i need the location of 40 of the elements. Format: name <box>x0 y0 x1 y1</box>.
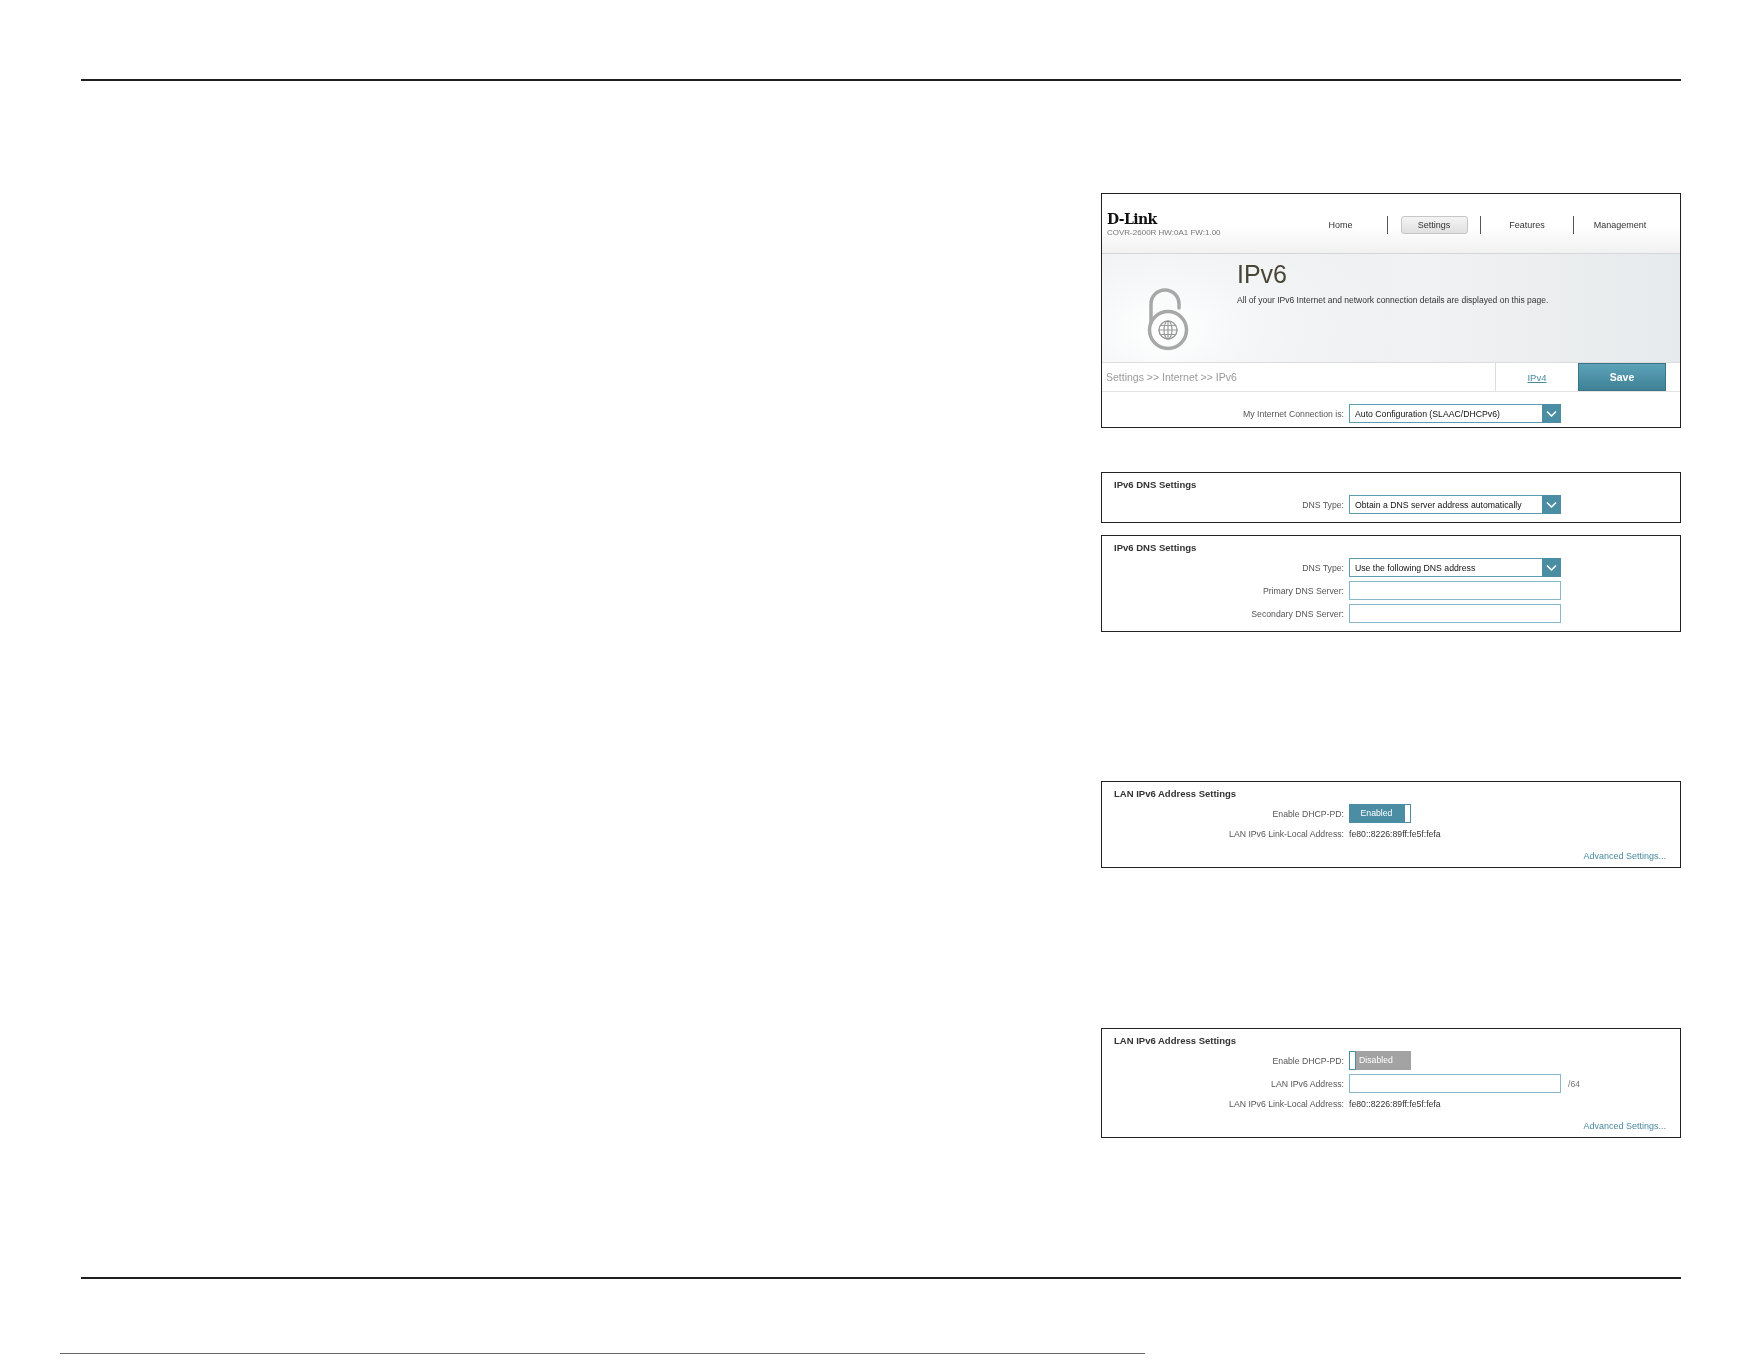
chevron-down-icon <box>1542 404 1561 423</box>
field-label: My Internet Connection is: <box>1242 408 1344 419</box>
dropdown[interactable]: Use the following DNS address <box>1349 558 1561 577</box>
page-title: IPv6 <box>1237 260 1289 288</box>
save-button[interactable]: Save <box>1578 363 1666 391</box>
ipv4-link[interactable]: IPv4 <box>1527 371 1547 383</box>
section-title: LAN IPv6 Address Settings <box>1113 1034 1238 1047</box>
field-label: Enable DHCP-PD: <box>1271 808 1344 819</box>
breadcrumb: Settings >> Internet >> IPv6 <box>1105 371 1237 383</box>
field-label: DNS Type: <box>1301 562 1344 573</box>
prefix-length: /64 <box>1567 1078 1582 1089</box>
advanced-settings-link[interactable]: Advanced Settings... <box>1583 851 1666 861</box>
advanced-settings-link[interactable]: Advanced Settings... <box>1583 1121 1666 1131</box>
toggle-switch[interactable]: Enabled <box>1349 804 1411 823</box>
field-label: Enable DHCP-PD: <box>1271 1055 1344 1066</box>
section-title: LAN IPv6 Address Settings <box>1113 787 1238 800</box>
field-label: LAN IPv6 Link-Local Address: <box>1228 1099 1344 1109</box>
input-field[interactable] <box>1349 1074 1561 1093</box>
nav-tab[interactable]: Management <box>1586 216 1654 234</box>
field-value: fe80::8226:89ff:fe5f:fefa <box>1349 829 1442 839</box>
dropdown[interactable]: Obtain a DNS server address automatically <box>1349 495 1561 514</box>
nav-tab[interactable]: Settings <box>1400 216 1468 234</box>
field-label: Secondary DNS Server: <box>1250 608 1344 619</box>
field-label: Primary DNS Server: <box>1261 585 1344 596</box>
model-info: COVR-2600R HW:0A1 FW:1.00 <box>1107 228 1221 238</box>
field-value: fe80::8226:89ff:fe5f:fefa <box>1349 1099 1442 1109</box>
section-title: IPv6 DNS Settings <box>1113 478 1198 491</box>
section-title: IPv6 DNS Settings <box>1113 541 1198 554</box>
chevron-down-icon <box>1542 558 1561 577</box>
field-label: LAN IPv6 Link-Local Address: <box>1228 829 1344 839</box>
input-field[interactable] <box>1349 604 1561 623</box>
nav-tab[interactable]: Features <box>1493 216 1561 234</box>
nav-tab[interactable]: Home <box>1307 216 1374 234</box>
input-field[interactable] <box>1349 581 1561 600</box>
field-label: LAN IPv6 Address: <box>1270 1078 1344 1089</box>
logo: D-Link <box>1107 212 1157 227</box>
chevron-down-icon <box>1542 495 1561 514</box>
page-description: All of your IPv6 Internet and network connection details are displayed on this page. <box>1237 295 1549 306</box>
dropdown[interactable]: Auto Configuration (SLAAC/DHCPv6) <box>1349 404 1561 423</box>
field-label: DNS Type: <box>1301 499 1344 510</box>
